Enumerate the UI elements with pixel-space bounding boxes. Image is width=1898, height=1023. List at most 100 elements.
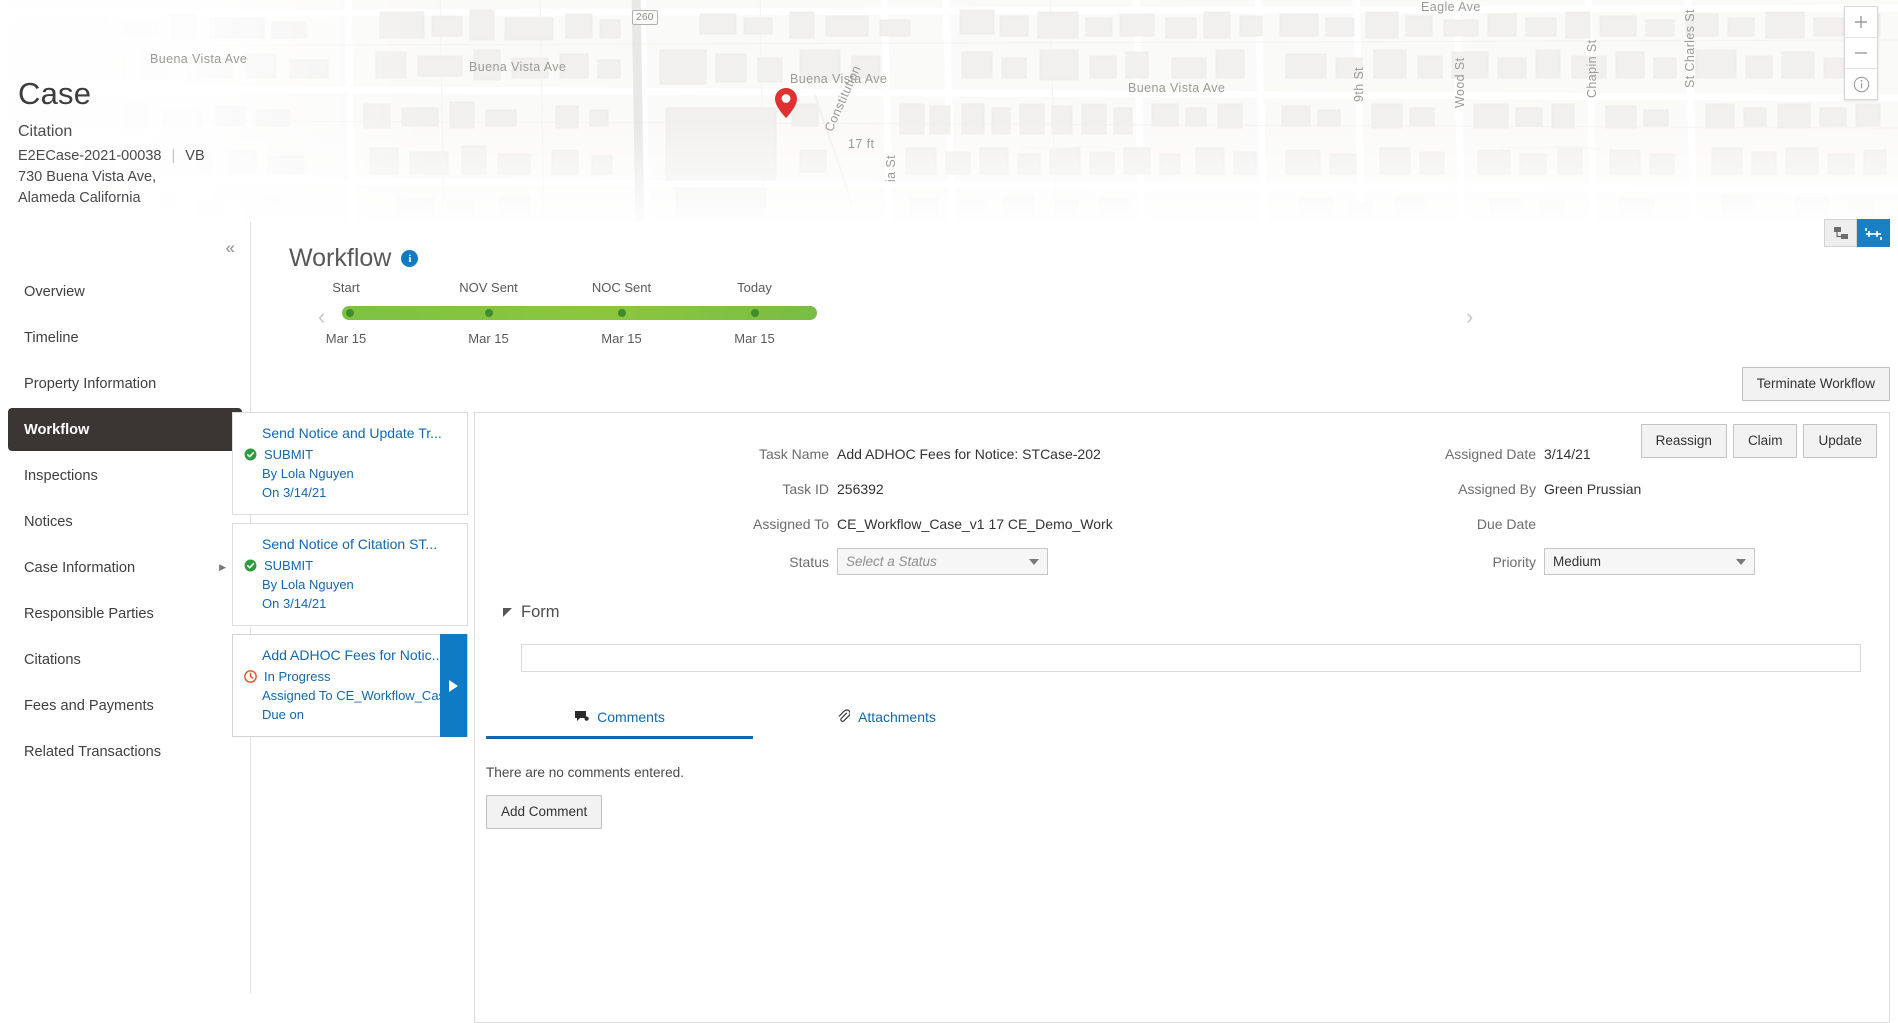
- terminate-workflow-button[interactable]: Terminate Workflow: [1742, 367, 1890, 401]
- select-value: Select a Status: [846, 554, 937, 569]
- sidebar-item-label: Case Information: [24, 560, 135, 576]
- tab-attachments[interactable]: Attachments: [753, 700, 1020, 739]
- task-detail-panel: Reassign Claim Update Task NameAdd ADHOC…: [474, 412, 1890, 1023]
- form-text-input[interactable]: [521, 644, 1861, 672]
- terminate-workflow-wrap: Terminate Workflow: [1742, 367, 1890, 401]
- field-value: CE_Workflow_Case_v1 17 CE_Demo_Work: [837, 516, 1182, 532]
- case-code: VB: [185, 146, 204, 166]
- paperclip-icon: [837, 709, 850, 725]
- tab-comments[interactable]: Comments: [486, 700, 753, 739]
- task-card[interactable]: Add ADHOC Fees for Notic... In ProgressAs…: [232, 634, 468, 737]
- field-value: Medium: [1544, 548, 1889, 575]
- task-card-title[interactable]: Send Notice and Update Tr...: [233, 423, 467, 443]
- map-street-label: Eagle Ave: [1421, 0, 1481, 14]
- zoom-in-icon[interactable]: [1845, 7, 1877, 38]
- map-banner[interactable]: Buena Vista Ave Buena Vista Ave Buena Vist…: [0, 0, 1898, 222]
- timeline-milestone-dot: [618, 309, 626, 317]
- map-street-label: Buena Vista Ave: [790, 72, 887, 86]
- sidebar-item-case-information[interactable]: Case Information▶: [8, 546, 242, 589]
- map-info-icon[interactable]: [1845, 69, 1877, 99]
- add-comment-wrap: Add Comment: [486, 795, 1865, 829]
- detail-tab-row: Comments Attachments: [486, 700, 1865, 739]
- sidebar-item-workflow[interactable]: Workflow: [8, 408, 242, 451]
- comments-empty-message: There are no comments entered.: [486, 765, 1865, 780]
- task-fields-left: Task NameAdd ADHOC Fees for Notice: STCa…: [475, 443, 1182, 588]
- case-workflow-page: Buena Vista Ave Buena Vista Ave Buena Vist…: [0, 0, 1898, 993]
- collapse-triangle-icon[interactable]: [503, 608, 512, 617]
- sidebar-item-inspections[interactable]: Inspections: [8, 454, 242, 497]
- field-label: Task ID: [475, 481, 837, 497]
- sidebar-item-label: Responsible Parties: [24, 606, 154, 622]
- info-icon[interactable]: i: [401, 250, 418, 267]
- sidebar-item-overview[interactable]: Overview: [8, 270, 242, 313]
- map-pin-icon: [775, 88, 797, 118]
- sidebar-item-timeline[interactable]: Timeline: [8, 316, 242, 359]
- task-card-assignee: By Lola Nguyen: [233, 575, 467, 594]
- route-shield-icon: 260: [632, 10, 658, 25]
- sidebar-item-related-transactions[interactable]: Related Transactions: [8, 730, 242, 773]
- sidebar-collapse-icon[interactable]: «: [226, 239, 234, 256]
- workflow-diagram-icon[interactable]: [1824, 219, 1857, 247]
- field-row: Due Date: [1182, 513, 1889, 535]
- workflow-list-icon[interactable]: [1857, 219, 1890, 247]
- map-street-label: 9th St: [1352, 67, 1366, 102]
- task-card-status: In Progress: [264, 667, 330, 686]
- task-card-status-row: SUBMIT: [233, 556, 467, 575]
- map-zoom-controls[interactable]: [1844, 6, 1878, 100]
- task-list: Send Notice and Update Tr...SUBMITBy Lol…: [232, 412, 468, 745]
- field-value: [1544, 515, 1889, 533]
- task-card-title[interactable]: Add ADHOC Fees for Notic...: [233, 645, 467, 665]
- sidebar-item-label: Inspections: [24, 468, 98, 484]
- sidebar-item-fees-and-payments[interactable]: Fees and Payments: [8, 684, 242, 727]
- workflow-title: Workflow: [289, 244, 391, 273]
- task-card[interactable]: Send Notice of Citation ST... SUBMITBy Lo…: [232, 523, 468, 626]
- timeline-milestone-date: Mar 15: [468, 331, 508, 346]
- form-section: Form: [503, 603, 1865, 672]
- milestone-timeline: ‹ › StartMar 15NOV SentMar 15NOC SentMar…: [289, 280, 1859, 358]
- timeline-prev-arrow[interactable]: ‹: [318, 306, 325, 328]
- map-street-label: ia St: [884, 155, 898, 182]
- sidebar-item-label: Related Transactions: [24, 744, 161, 760]
- timeline-milestone-dot: [346, 309, 354, 317]
- comment-icon: [574, 710, 589, 725]
- field-row: StatusSelect a Status: [475, 548, 1182, 575]
- timeline-milestone-dot: [751, 309, 759, 317]
- map-street-label: Buena Vista Ave: [150, 52, 247, 66]
- case-identifiers: E2ECase-2021-00038 | VB: [18, 146, 205, 166]
- add-comment-button[interactable]: Add Comment: [486, 795, 602, 829]
- workflow-title-row: Workflow i: [289, 244, 418, 273]
- tab-label: Comments: [597, 709, 665, 725]
- case-address-line1: 730 Buena Vista Ave,: [18, 168, 205, 187]
- sidebar-item-label: Notices: [24, 514, 73, 530]
- tab-label: Attachments: [858, 709, 936, 725]
- sidebar-item-property-information[interactable]: Property Information: [8, 362, 242, 405]
- sidebar-item-responsible-parties[interactable]: Responsible Parties: [8, 592, 242, 635]
- timeline-milestone-date: Mar 15: [326, 331, 366, 346]
- task-card-status-row: SUBMIT: [233, 445, 467, 464]
- field-value: 256392: [837, 481, 1182, 497]
- field-row: Task NameAdd ADHOC Fees for Notice: STCa…: [475, 443, 1182, 465]
- field-label: Due Date: [1182, 516, 1544, 532]
- field-row: Assigned ByGreen Prussian: [1182, 478, 1889, 500]
- timeline-progress-track: [342, 306, 817, 320]
- task-card[interactable]: Send Notice and Update Tr...SUBMITBy Lol…: [232, 412, 468, 515]
- status-select[interactable]: Select a Status: [837, 548, 1048, 575]
- task-card-date: Due on: [233, 705, 467, 724]
- sidebar-item-citations[interactable]: Citations: [8, 638, 242, 681]
- form-section-header[interactable]: Form: [503, 603, 1865, 622]
- map-street-label: Buena Vista Ave: [469, 60, 566, 74]
- chevron-down-icon: [1029, 559, 1039, 565]
- sidebar-item-notices[interactable]: Notices: [8, 500, 242, 543]
- chevron-down-icon: [1736, 559, 1746, 565]
- view-toggle-group[interactable]: [1824, 219, 1890, 247]
- zoom-out-icon[interactable]: [1845, 38, 1877, 69]
- workflow-content: Workflow i ‹ ›: [251, 222, 1898, 993]
- case-id-divider: |: [172, 146, 176, 166]
- case-address-line2: Alameda California: [18, 189, 205, 208]
- map-street-label: Wood St: [1453, 57, 1467, 108]
- timeline-next-arrow[interactable]: ›: [1466, 306, 1473, 328]
- task-card-status: SUBMIT: [264, 445, 313, 464]
- priority-select[interactable]: Medium: [1544, 548, 1755, 575]
- task-card-assignee: Assigned To CE_Workflow_Case...: [233, 686, 467, 705]
- task-card-title[interactable]: Send Notice of Citation ST...: [233, 534, 467, 554]
